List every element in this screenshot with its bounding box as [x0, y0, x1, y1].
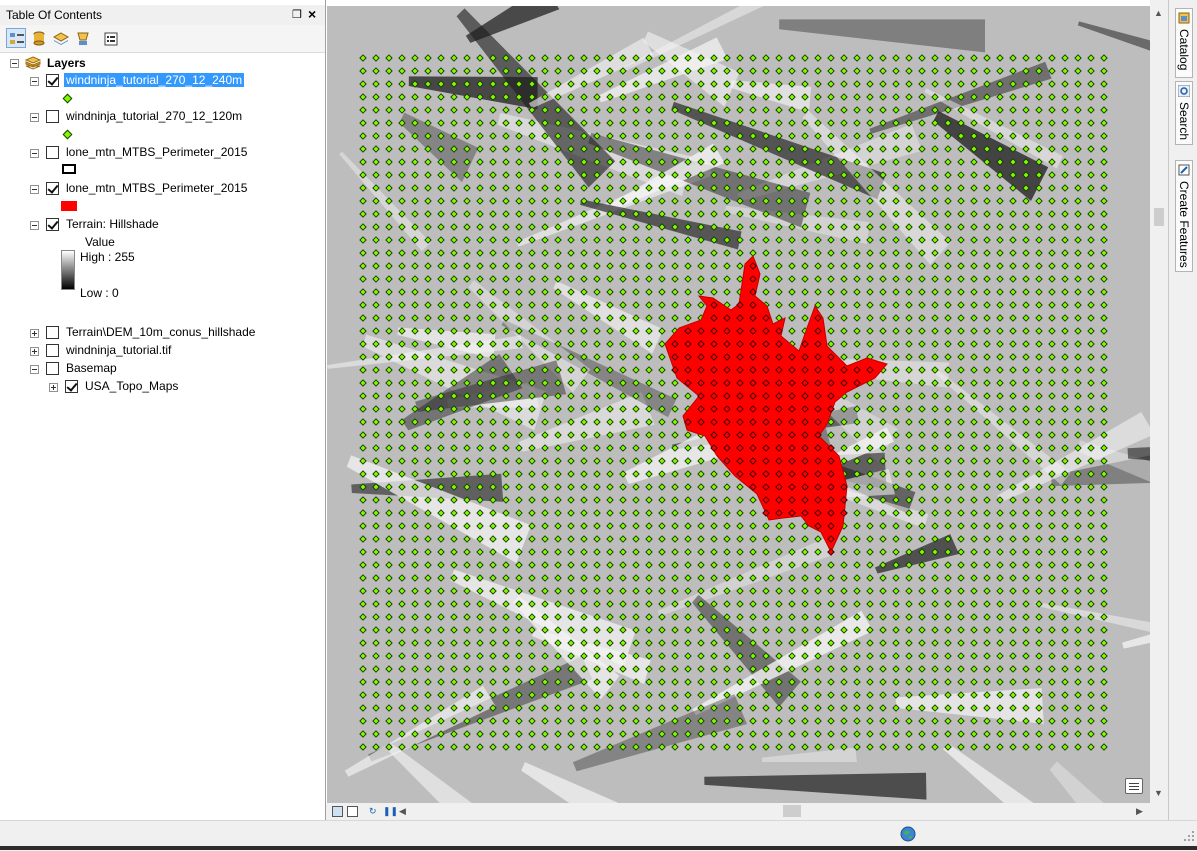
resize-grip-icon[interactable]: [1183, 830, 1195, 842]
search-icon: [1178, 85, 1190, 97]
layer-visibility-checkbox[interactable]: [46, 182, 59, 195]
scroll-thumb[interactable]: [1154, 208, 1164, 226]
collapse-toggle[interactable]: [30, 185, 39, 194]
layer-visibility-checkbox[interactable]: [65, 380, 78, 393]
toc-title-bar: Table Of Contents ❒ ×: [0, 5, 325, 25]
collapse-toggle[interactable]: [10, 59, 19, 68]
options-icon: [104, 32, 118, 46]
layers-root-label: Layers: [47, 56, 86, 70]
layer-label[interactable]: Terrain\DEM_10m_conus_hillshade: [64, 325, 257, 339]
close-icon[interactable]: ×: [308, 6, 316, 22]
collapse-toggle[interactable]: [30, 149, 39, 158]
red-polygon-symbol-icon: [61, 201, 77, 211]
catalog-tab[interactable]: Catalog: [1175, 8, 1193, 78]
globe-icon: [900, 826, 916, 842]
legend-value-title: Value: [85, 235, 115, 249]
layers-list-icon: [10, 33, 24, 44]
layer-visibility-checkbox[interactable]: [46, 110, 59, 123]
toc-title: Table Of Contents: [6, 8, 103, 22]
layout-view-button[interactable]: [347, 806, 358, 817]
point-symbol-icon: [62, 93, 73, 104]
sublayer-item[interactable]: USA_Topo_Maps: [0, 379, 325, 395]
legend-low-label: Low : 0: [80, 286, 119, 300]
layer-visibility-checkbox[interactable]: [46, 74, 59, 87]
data-view-button[interactable]: [332, 806, 343, 817]
layer-label[interactable]: lone_mtn_MTBS_Perimeter_2015: [64, 181, 249, 195]
toc-toolbar: [0, 25, 325, 53]
layer-label[interactable]: windninja_tutorial_270_12_240m: [64, 73, 245, 87]
create-features-tab-label: Create Features: [1177, 181, 1191, 268]
right-dock: Catalog Search Create Features: [1168, 0, 1197, 820]
pause-icon[interactable]: ❚❚: [383, 806, 398, 817]
layer-item[interactable]: Terrain: Hillshade: [0, 217, 325, 233]
map-tips-icon[interactable]: [1125, 778, 1143, 794]
list-by-visibility-button[interactable]: [50, 28, 70, 48]
list-by-source-button[interactable]: [28, 28, 48, 48]
collapse-toggle[interactable]: [30, 113, 39, 122]
vertical-scrollbar[interactable]: ▲ ▼: [1150, 6, 1167, 803]
selection-icon: [77, 32, 89, 45]
polygon-outline-symbol-icon: [62, 164, 76, 174]
database-icon: [33, 31, 45, 46]
collapse-toggle[interactable]: [30, 77, 39, 86]
table-of-contents-panel: Table Of Contents ❒ × Layers windninja_t…: [0, 0, 326, 820]
layer-visibility-checkbox[interactable]: [46, 326, 59, 339]
catalog-icon: [1178, 12, 1190, 24]
scroll-left-icon[interactable]: ◀: [399, 806, 406, 817]
map-canvas[interactable]: [327, 6, 1150, 803]
layer-label[interactable]: USA_Topo_Maps: [83, 379, 180, 393]
expand-toggle[interactable]: [30, 329, 39, 338]
collapse-toggle[interactable]: [30, 221, 39, 230]
layers-root: Layers: [0, 55, 325, 71]
layer-visibility-checkbox[interactable]: [46, 218, 59, 231]
scroll-down-icon[interactable]: ▼: [1154, 788, 1163, 798]
expand-toggle[interactable]: [30, 347, 39, 356]
scroll-up-icon[interactable]: ▲: [1154, 8, 1163, 18]
layer-visibility-checkbox[interactable]: [46, 146, 59, 159]
point-symbol-icon: [62, 129, 73, 140]
layer-visibility-checkbox[interactable]: [46, 344, 59, 357]
create-features-tab[interactable]: Create Features: [1175, 160, 1193, 272]
search-tab-label: Search: [1177, 102, 1191, 141]
taskbar-edge: [0, 846, 1197, 850]
search-tab[interactable]: Search: [1175, 81, 1193, 145]
layer-item[interactable]: windninja_tutorial_270_12_120m: [0, 109, 325, 125]
scroll-thumb[interactable]: [783, 805, 801, 817]
layer-label[interactable]: Terrain: Hillshade: [64, 217, 161, 231]
options-button[interactable]: [100, 28, 120, 48]
group-layer-item[interactable]: Basemap: [0, 361, 325, 377]
layer-visibility-checkbox[interactable]: [46, 362, 59, 375]
refresh-icon[interactable]: ↻: [369, 806, 377, 817]
collapse-toggle[interactable]: [30, 365, 39, 374]
pin-icon[interactable]: ❒: [292, 8, 302, 21]
catalog-tab-label: Catalog: [1177, 29, 1191, 71]
layer-label[interactable]: windninja_tutorial.tif: [64, 343, 173, 357]
legend-high-label: High : 255: [80, 250, 135, 264]
layer-item[interactable]: windninja_tutorial_270_12_240m: [0, 73, 325, 89]
layer-item[interactable]: Terrain\DEM_10m_conus_hillshade: [0, 325, 325, 341]
map-svg[interactable]: [327, 6, 1150, 803]
scroll-right-icon[interactable]: ▶: [1136, 806, 1143, 817]
list-by-selection-button[interactable]: [72, 28, 92, 48]
layer-label[interactable]: windninja_tutorial_270_12_120m: [64, 109, 244, 123]
expand-toggle[interactable]: [49, 383, 58, 392]
horizontal-scrollbar[interactable]: ↻ ❚❚ ◀ ▶: [327, 803, 1150, 820]
hillshade-ramp-symbol: [61, 250, 75, 290]
layers-stack-icon: [53, 32, 69, 45]
layer-item[interactable]: lone_mtn_MTBS_Perimeter_2015: [0, 145, 325, 161]
layer-label[interactable]: Basemap: [64, 361, 119, 375]
layer-item[interactable]: windninja_tutorial.tif: [0, 343, 325, 359]
layer-item[interactable]: lone_mtn_MTBS_Perimeter_2015: [0, 181, 325, 197]
layer-label[interactable]: lone_mtn_MTBS_Perimeter_2015: [64, 145, 249, 159]
layers-icon: [25, 56, 41, 70]
list-by-drawing-order-button[interactable]: [6, 28, 26, 48]
create-features-icon: [1178, 164, 1190, 176]
